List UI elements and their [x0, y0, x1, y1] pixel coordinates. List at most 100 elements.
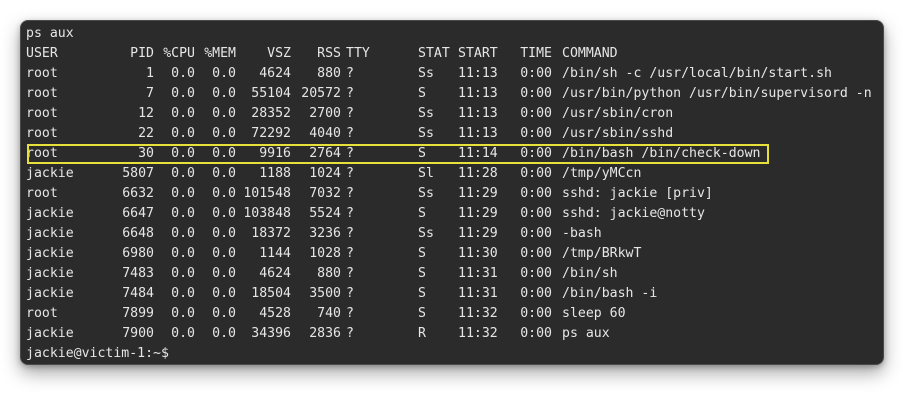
cell-start: 11:31 [458, 266, 498, 281]
cell-cpu: 0.0 [171, 86, 195, 101]
header-user: USER [26, 46, 58, 61]
cell-vsz: 34396 [251, 326, 291, 341]
cell-command: ps aux [562, 326, 610, 341]
cell-time: 0:00 [520, 266, 552, 281]
cell-mem: 0.0 [212, 86, 236, 101]
cell-rss: 880 [317, 266, 341, 281]
cell-tty: ? [346, 286, 354, 301]
cell-user: root [26, 86, 58, 101]
cell-vsz: 1188 [259, 166, 291, 181]
cell-pid: 6632 [122, 186, 154, 201]
table-row: jackie 6980 0.0 0.0 1144 1028? S 11:30 0:00/tmp/… [26, 244, 878, 264]
cell-cpu: 0.0 [171, 246, 195, 261]
cell-start: 11:31 [458, 286, 498, 301]
cell-cpu: 0.0 [171, 186, 195, 201]
cell-pid: 5807 [122, 166, 154, 181]
cell-start: 11:32 [458, 326, 498, 341]
cell-time: 0:00 [520, 286, 552, 301]
cell-mem: 0.0 [212, 326, 236, 341]
cell-cpu: 0.0 [171, 326, 195, 341]
table-row: jackie 5807 0.0 0.0 1188 1024? Sl 11:28 0:00/tmp… [26, 164, 878, 184]
cell-tty: ? [346, 66, 354, 81]
cell-time: 0:00 [520, 66, 552, 81]
cell-stat: Ss [418, 226, 434, 241]
cell-pid: 7899 [122, 306, 154, 321]
cell-stat: R [418, 326, 426, 341]
cell-time: 0:00 [520, 226, 552, 241]
cell-mem: 0.0 [212, 106, 236, 121]
cell-tty: ? [346, 146, 354, 161]
cell-command: /bin/sh -c /usr/local/bin/start.sh [562, 66, 832, 81]
table-row: jackie 7900 0.0 0.0 34396 2836? R 11:32 0:00 ps a… [26, 324, 878, 344]
cell-cpu: 0.0 [171, 146, 195, 161]
cell-stat: S [418, 286, 426, 301]
cell-rss: 740 [317, 306, 341, 321]
cell-user: jackie [26, 266, 74, 281]
cell-user: root [26, 106, 58, 121]
cell-time: 0:00 [520, 186, 552, 201]
cell-stat: S [418, 306, 426, 321]
cell-stat: Ss [418, 186, 434, 201]
cell-tty: ? [346, 326, 354, 341]
header-mem: %MEM [204, 46, 236, 61]
cell-start: 11:30 [458, 246, 498, 261]
cell-mem: 0.0 [212, 66, 236, 81]
cell-pid: 30 [138, 146, 154, 161]
cell-vsz: 101548 [243, 186, 291, 201]
cell-pid: 6648 [122, 226, 154, 241]
cell-stat: S [418, 146, 426, 161]
cell-pid: 1 [146, 66, 154, 81]
cell-cpu: 0.0 [171, 126, 195, 141]
cell-stat: Ss [418, 66, 434, 81]
cell-user: root [26, 146, 58, 161]
cell-stat: S [418, 266, 426, 281]
table-row: jackie 6648 0.0 0.0 18372 3236? Ss 11:29 0:00 -ba… [26, 224, 878, 244]
header-cpu: %CPU [163, 46, 195, 61]
cell-vsz: 18504 [251, 286, 291, 301]
cell-start: 11:13 [458, 126, 498, 141]
cell-pid: 7 [146, 86, 154, 101]
cell-command: /bin/bash /bin/check-down [562, 146, 761, 161]
prompt-line[interactable]: jackie@victim-1:~$ [26, 344, 878, 364]
cell-command: /usr/sbin/sshd [562, 126, 674, 141]
cell-user: jackie [26, 166, 74, 181]
header-start: START [458, 46, 498, 61]
cell-tty: ? [346, 306, 354, 321]
cell-cpu: 0.0 [171, 266, 195, 281]
cell-rss: 880 [317, 66, 341, 81]
header-pid: PID [130, 46, 154, 61]
cell-time: 0:00 [520, 246, 552, 261]
cell-command: /tmp/BRkwT [562, 246, 642, 261]
cell-tty: ? [346, 106, 354, 121]
cell-time: 0:00 [520, 326, 552, 341]
header-rss: RSS [317, 46, 341, 61]
cell-vsz: 28352 [251, 106, 291, 121]
cell-mem: 0.0 [212, 226, 236, 241]
terminal-window[interactable]: ps aux USER PID %CPU %MEM VSZ RSS TTY ST… [20, 20, 884, 365]
cell-mem: 0.0 [212, 146, 236, 161]
cell-cpu: 0.0 [171, 166, 195, 181]
cell-rss: 3500 [309, 286, 341, 301]
cell-pid: 6647 [122, 206, 154, 221]
cell-vsz: 9916 [259, 146, 291, 161]
cell-mem: 0.0 [212, 266, 236, 281]
cell-time: 0:00 [520, 146, 552, 161]
cell-tty: ? [346, 166, 354, 181]
cell-user: root [26, 306, 58, 321]
table-row: root 7 0.0 0.0 55104 20572? S 11:13 0:00/usr/bin… [26, 84, 878, 104]
cell-command: /bin/bash -i [562, 286, 658, 301]
table-row: jackie 7484 0.0 0.0 18504 3500? S 11:31 0:00/bin… [26, 284, 878, 304]
cell-start: 11:29 [458, 186, 498, 201]
cell-pid: 22 [138, 126, 154, 141]
cell-start: 11:29 [458, 206, 498, 221]
terminal-screen[interactable]: ps aux USER PID %CPU %MEM VSZ RSS TTY ST… [26, 24, 878, 364]
cell-command: sshd: jackie@notty [562, 206, 705, 221]
cell-start: 11:13 [458, 66, 498, 81]
cell-start: 11:29 [458, 226, 498, 241]
cell-rss: 2836 [309, 326, 341, 341]
cell-tty: ? [346, 126, 354, 141]
cell-vsz: 72292 [251, 126, 291, 141]
cell-cpu: 0.0 [171, 286, 195, 301]
cell-rss: 5524 [309, 206, 341, 221]
cell-vsz: 4528 [259, 306, 291, 321]
